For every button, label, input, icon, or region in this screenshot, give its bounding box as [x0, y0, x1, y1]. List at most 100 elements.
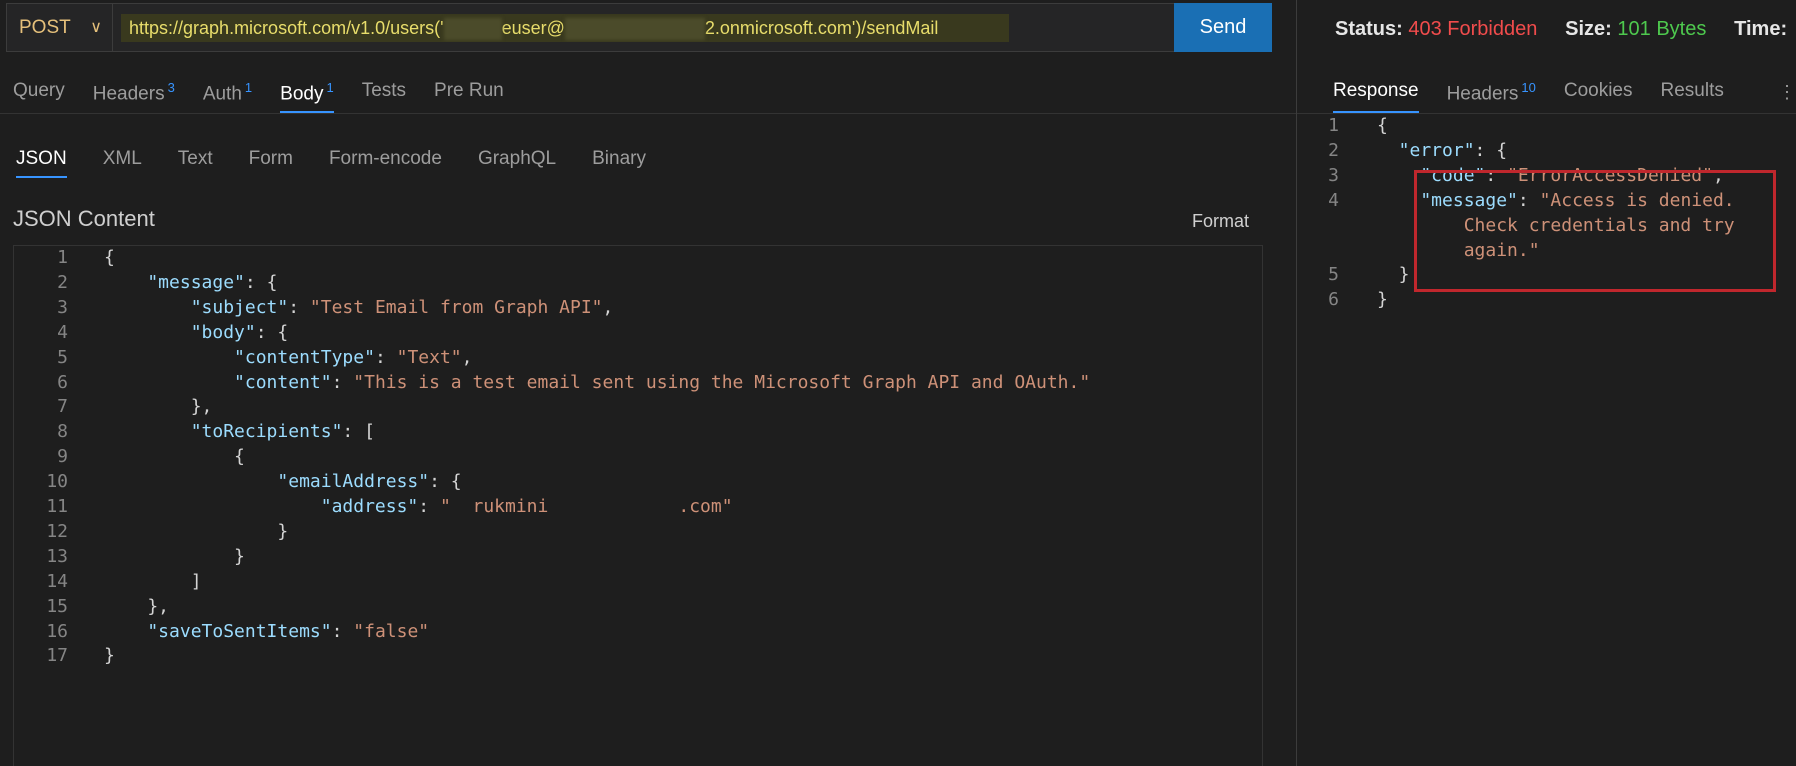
tab-label: Cookies [1563, 80, 1633, 101]
code-text: } [1377, 261, 1410, 289]
json-punct: { [104, 247, 115, 268]
line-number: 3 [57, 296, 68, 318]
line-number: 3 [1328, 164, 1339, 186]
json-punct: : { [1474, 139, 1508, 161]
json-string: again." [1377, 239, 1540, 261]
code-line: 14 ] [14, 568, 201, 596]
json-key: "code" [1377, 164, 1486, 186]
tab-count-badge: 1 [244, 80, 253, 95]
code-text: "address": " rukmini .com" [104, 493, 733, 521]
line-number: 4 [57, 321, 68, 343]
redacted-text [443, 18, 502, 41]
json-punct: } [104, 645, 115, 667]
code-text: "toRecipients": [ [104, 418, 375, 446]
code-line: 3 "code": "ErrorAccessDenied", [1297, 162, 1724, 190]
code-line: 2 "message": { [14, 269, 277, 297]
tab-label: Response [1333, 80, 1419, 101]
code-line: 10 "emailAddress": { [14, 468, 461, 496]
tab-label: Headers [1446, 83, 1519, 105]
body-tab-json[interactable]: JSON [16, 148, 67, 178]
send-button[interactable]: Send [1174, 3, 1272, 52]
json-key: "contentType" [104, 346, 375, 368]
tab-count-badge: 3 [167, 80, 175, 95]
redacted-text [564, 18, 705, 41]
body-tab-text[interactable]: Text [178, 148, 213, 178]
tab-label: GraphQL [477, 148, 557, 169]
code-text: Check credentials and try [1377, 212, 1735, 240]
json-key: "subject" [104, 296, 289, 318]
body-tab-form[interactable]: Form [249, 148, 293, 178]
body-tab-binary[interactable]: Binary [592, 148, 646, 178]
tab-label: Form-encode [328, 148, 442, 169]
json-string: "false" [353, 620, 430, 642]
url-input[interactable]: https://graph.microsoft.com/v1.0/users('… [121, 14, 1009, 42]
json-key: "body" [104, 321, 256, 343]
json-string: Check credentials and try [1377, 214, 1735, 236]
body-tab-form-encode[interactable]: Form-encode [329, 148, 442, 178]
code-text: { [1377, 112, 1388, 140]
response-tab-results[interactable]: Results [1661, 80, 1724, 113]
response-tab-response[interactable]: Response [1333, 80, 1419, 114]
chevron-down-icon: ∨ [90, 19, 102, 36]
body-tab-xml[interactable]: XML [103, 148, 142, 178]
code-text: "message": "Access is denied. [1377, 187, 1735, 215]
tab-label: Auth [202, 83, 242, 105]
method-select[interactable]: POST ∨ [7, 4, 113, 51]
code-line: 2 "error": { [1297, 137, 1507, 165]
json-string: "Access is denied. [1539, 189, 1735, 211]
line-number: 7 [57, 396, 68, 418]
tab-query[interactable]: Query [13, 80, 65, 113]
line-number: 1 [1328, 115, 1339, 136]
json-key: "message" [104, 271, 245, 293]
line-number: 12 [46, 520, 68, 542]
code-line: 3 "subject": "Test Email from Graph API"… [14, 294, 613, 322]
more-icon[interactable]: ⋮ [1778, 82, 1796, 103]
response-tab-cookies[interactable]: Cookies [1564, 80, 1633, 113]
code-line: 5 "contentType": "Text", [14, 344, 472, 372]
tab-auth[interactable]: Auth 1 [203, 80, 252, 113]
body-type-tabs: JSON XML Text Form Form-encode GraphQL Binary [16, 148, 682, 178]
tab-body[interactable]: Body 1 [280, 80, 334, 114]
response-tab-headers[interactable]: Headers 10 [1447, 80, 1536, 113]
code-text: } [1377, 286, 1388, 314]
json-punct: }, [104, 396, 213, 418]
json-punct: } [1377, 264, 1410, 286]
json-key: "error" [1377, 139, 1475, 161]
tab-tests[interactable]: Tests [362, 80, 406, 113]
size-label: Size: [1565, 18, 1612, 40]
code-text: } [104, 518, 288, 546]
json-punct: : [1517, 189, 1540, 211]
line-number: 5 [57, 346, 68, 368]
tab-headers[interactable]: Headers 3 [93, 80, 175, 113]
response-tabs: Response Headers 10 Cookies Results [1333, 80, 1752, 114]
tab-label: Pre Run [434, 80, 504, 101]
url-mid: euser@ [501, 18, 565, 38]
format-button[interactable]: Format [1192, 211, 1249, 232]
json-key: "toRecipients" [104, 421, 343, 443]
response-pane: Status: 403 Forbidden Size: 101 Bytes Ti… [1296, 0, 1796, 766]
line-number: 6 [1328, 289, 1339, 311]
code-line: Check credentials and try [1297, 212, 1735, 240]
code-text: { [104, 244, 115, 272]
body-tab-graphql[interactable]: GraphQL [478, 148, 556, 178]
status-badge: 403 Forbidden [1408, 18, 1538, 40]
json-string: " rukmini .com" [439, 496, 733, 517]
tab-label: Results [1660, 80, 1724, 101]
code-line: 17} [14, 642, 115, 670]
json-punct: : [331, 371, 354, 393]
line-number: 5 [1328, 264, 1339, 286]
line-number: 4 [1328, 189, 1339, 211]
json-punct: : [288, 296, 310, 318]
json-punct: } [1377, 289, 1388, 311]
response-body-viewer: 1 {2 "error": {3 "code": "ErrorAccessDeni… [1297, 114, 1796, 764]
code-text: "code": "ErrorAccessDenied", [1377, 162, 1723, 190]
tab-pre-run[interactable]: Pre Run [434, 80, 504, 113]
line-number: 14 [46, 570, 68, 592]
url-bar: POST ∨ https://graph.microsoft.com/v1.0/… [6, 3, 1272, 52]
json-body-editor[interactable]: 1{2 "message": {3 "subject": "Test Email… [13, 245, 1263, 766]
code-line: 9 { [14, 443, 245, 471]
json-punct: : { [255, 321, 289, 343]
status-label: Status: [1335, 18, 1403, 40]
json-string: "Text" [396, 346, 462, 368]
json-content-title: JSON Content [13, 206, 155, 231]
